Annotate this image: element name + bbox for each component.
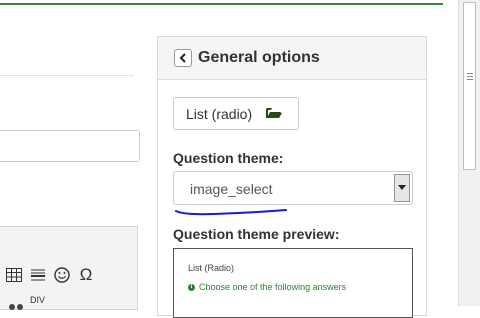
scrollbar-thumb[interactable] — [463, 2, 476, 170]
dropdown-arrow-icon[interactable] — [394, 174, 410, 202]
omega-icon[interactable]: Ω — [76, 265, 96, 285]
collapse-panel-button[interactable] — [174, 49, 192, 67]
vertical-scrollbar[interactable] — [458, 0, 480, 306]
scrollbar-grip-icon — [467, 73, 473, 82]
editor-toolbar: Ω — [0, 262, 96, 288]
general-options-panel: General options List (radio) Question th… — [157, 36, 427, 318]
header-accent-line — [0, 3, 443, 5]
preview-question-type: List (Radio) — [188, 263, 235, 273]
panel-header: General options — [158, 37, 426, 80]
question-theme-preview: List (Radio) i Choose one of the followi… — [173, 248, 413, 318]
question-theme-value: image_select — [190, 181, 273, 197]
table-icon[interactable] — [4, 265, 24, 285]
preview-hint: i Choose one of the following answers — [188, 282, 346, 292]
question-type-button[interactable]: List (radio) — [173, 97, 299, 130]
text-input[interactable] — [0, 130, 140, 162]
question-theme-label: Question theme: — [173, 150, 284, 166]
question-theme-preview-label: Question theme preview: — [173, 226, 340, 242]
smiley-icon[interactable] — [52, 265, 72, 285]
folder-open-icon — [266, 106, 283, 122]
panel-title: General options — [198, 49, 320, 66]
div-block-label[interactable]: DIV — [30, 295, 45, 305]
horizontal-rule-icon[interactable] — [28, 265, 48, 285]
info-icon: i — [188, 283, 195, 291]
chevron-left-icon — [179, 53, 186, 63]
paragraph-icon[interactable] — [8, 298, 24, 310]
preview-hint-text: Choose one of the following answers — [199, 282, 347, 292]
handwritten-underline — [175, 209, 287, 216]
question-type-label: List (radio) — [186, 105, 253, 122]
question-theme-select[interactable]: image_select — [173, 171, 413, 205]
section-divider — [0, 75, 134, 76]
